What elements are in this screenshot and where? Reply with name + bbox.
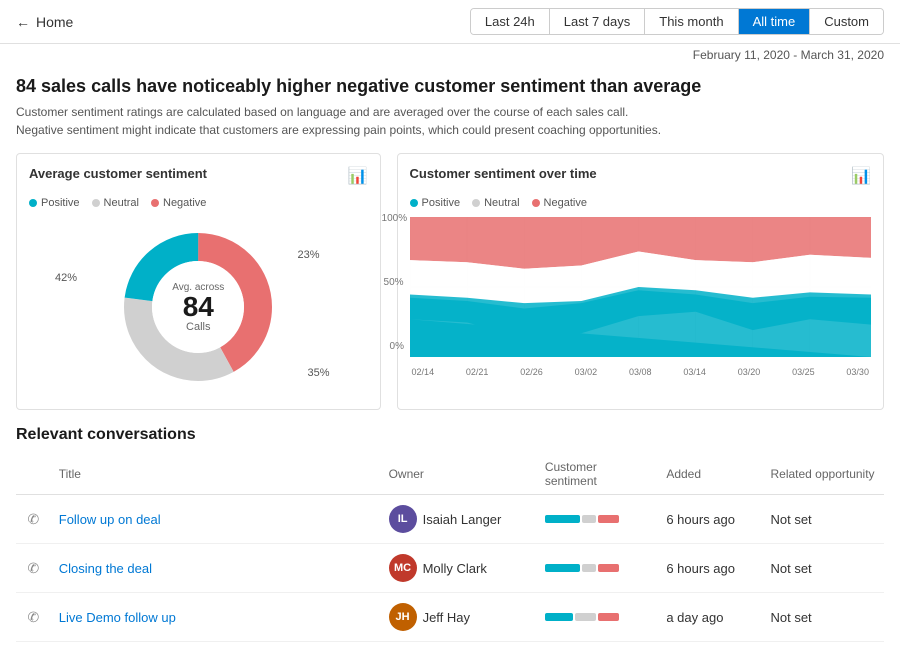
right-neutral-dot	[472, 199, 480, 207]
sentiment-neutral-seg	[582, 515, 596, 523]
x-label-0320: 03/20	[738, 367, 761, 377]
positive-label: Positive	[41, 197, 80, 209]
th-sentiment: Customer sentiment	[537, 454, 659, 495]
date-range: February 11, 2020 - March 31, 2020	[0, 44, 900, 66]
filter-custom-button[interactable]: Custom	[810, 9, 883, 34]
subtitle-line2: Negative sentiment might indicate that c…	[16, 123, 661, 137]
y-label-50: 50%	[384, 277, 404, 288]
left-chart-legend: Positive Neutral Negative	[29, 197, 368, 209]
back-arrow-icon: ←	[16, 14, 30, 30]
conversation-added: 6 hours ago	[658, 544, 762, 593]
right-chart-header: Customer sentiment over time 📊	[410, 166, 871, 189]
right-legend-negative: Negative	[532, 197, 587, 209]
legend-item-neutral: Neutral	[92, 197, 139, 209]
left-chart-export-icon[interactable]: 📊	[348, 166, 368, 186]
date-range-text: February 11, 2020 - March 31, 2020	[693, 48, 884, 62]
right-chart-legend: Positive Neutral Negative	[410, 197, 871, 209]
call-icon: ✆	[16, 544, 51, 593]
right-negative-label: Negative	[544, 197, 587, 209]
x-label-0221: 02/21	[466, 367, 489, 377]
right-positive-label: Positive	[422, 197, 461, 209]
sentiment-positive-seg	[545, 515, 580, 523]
sentiment-positive-seg	[545, 564, 580, 572]
area-chart-container: 100% 50% 0% 02/14 02/21 02/26 03/02 03/0…	[410, 217, 871, 377]
negative-dot	[151, 199, 159, 207]
x-label-0325: 03/25	[792, 367, 815, 377]
conversation-sentiment	[537, 544, 659, 593]
conversation-title[interactable]: Follow up on deal	[51, 495, 381, 544]
th-added: Added	[658, 454, 762, 495]
sentiment-neutral-seg	[575, 613, 596, 621]
left-chart-card: Average customer sentiment 📊 Positive Ne…	[16, 153, 381, 410]
sentiment-negative-seg	[598, 613, 619, 621]
table-row[interactable]: ✆Follow up on deal IL Isaiah Langer 6 ho…	[16, 495, 884, 544]
right-chart-card: Customer sentiment over time 📊 Positive …	[397, 153, 884, 410]
donut-container: Avg. across 84 Calls 23% 35% 42%	[29, 217, 368, 397]
call-icon: ✆	[16, 495, 51, 544]
neutral-label: Neutral	[104, 197, 139, 209]
sentiment-neutral-seg	[582, 564, 596, 572]
conversation-sentiment	[537, 495, 659, 544]
sentiment-positive-seg	[545, 613, 573, 621]
conversations-table: Title Owner Customer sentiment Added Rel…	[16, 454, 884, 642]
subtitle: Customer sentiment ratings are calculate…	[16, 103, 884, 139]
x-label-0226: 02/26	[520, 367, 543, 377]
sentiment-negative-seg	[598, 564, 619, 572]
x-label-0214: 02/14	[412, 367, 435, 377]
filter-last7days-button[interactable]: Last 7 days	[550, 9, 646, 34]
y-label-100: 100%	[382, 213, 408, 224]
table-header-row: Title Owner Customer sentiment Added Rel…	[16, 454, 884, 495]
right-legend-positive: Positive	[410, 197, 461, 209]
subtitle-line1: Customer sentiment ratings are calculate…	[16, 105, 628, 119]
right-neutral-label: Neutral	[484, 197, 519, 209]
legend-item-negative: Negative	[151, 197, 206, 209]
legend-item-positive: Positive	[29, 197, 80, 209]
conversation-added: 6 hours ago	[658, 495, 762, 544]
x-label-0308: 03/08	[629, 367, 652, 377]
conversation-owner: MC Molly Clark	[381, 544, 537, 593]
positive-dot	[29, 199, 37, 207]
th-opportunity: Related opportunity	[762, 454, 884, 495]
filter-alltime-button[interactable]: All time	[739, 9, 811, 34]
negative-label: Negative	[163, 197, 206, 209]
pct-neutral: 35%	[308, 367, 330, 379]
y-label-0: 0%	[390, 341, 404, 352]
filter-thismonth-button[interactable]: This month	[645, 9, 738, 34]
conversation-opportunity: Not set	[762, 495, 884, 544]
th-title: Title	[51, 454, 381, 495]
pct-negative: 42%	[55, 272, 77, 284]
time-filter-group: Last 24h Last 7 days This month All time…	[470, 8, 884, 35]
conversation-opportunity: Not set	[762, 544, 884, 593]
donut-inner-circle	[152, 261, 244, 353]
conversation-title[interactable]: Closing the deal	[51, 544, 381, 593]
left-chart-title: Average customer sentiment	[29, 166, 207, 181]
right-chart-title: Customer sentiment over time	[410, 166, 597, 181]
page-title: 84 sales calls have noticeably higher ne…	[16, 76, 884, 97]
th-owner: Owner	[381, 454, 537, 495]
sentiment-negative-seg	[598, 515, 619, 523]
right-chart-export-icon[interactable]: 📊	[851, 166, 871, 186]
left-chart-header: Average customer sentiment 📊	[29, 166, 368, 189]
area-chart-svg	[410, 217, 871, 357]
right-negative-dot	[532, 199, 540, 207]
section-title: Relevant conversations	[16, 426, 884, 444]
x-label-0314: 03/14	[683, 367, 706, 377]
donut-svg	[108, 217, 288, 397]
top-bar: ← Home Last 24h Last 7 days This month A…	[0, 0, 900, 44]
filter-last24h-button[interactable]: Last 24h	[471, 9, 550, 34]
home-link[interactable]: ← Home	[16, 14, 73, 30]
charts-row: Average customer sentiment 📊 Positive Ne…	[16, 153, 884, 410]
pct-positive: 23%	[298, 249, 320, 261]
main-content: 84 sales calls have noticeably higher ne…	[0, 66, 900, 652]
neutral-dot	[92, 199, 100, 207]
x-label-0330: 03/30	[846, 367, 869, 377]
x-axis-labels: 02/14 02/21 02/26 03/02 03/08 03/14 03/2…	[410, 367, 871, 377]
th-icon	[16, 454, 51, 495]
conversation-owner: IL Isaiah Langer	[381, 495, 537, 544]
right-legend-neutral: Neutral	[472, 197, 519, 209]
right-positive-dot	[410, 199, 418, 207]
table-row[interactable]: ✆Closing the deal MC Molly Clark 6 hours…	[16, 544, 884, 593]
x-label-0302: 03/02	[575, 367, 598, 377]
home-label: Home	[36, 14, 73, 30]
